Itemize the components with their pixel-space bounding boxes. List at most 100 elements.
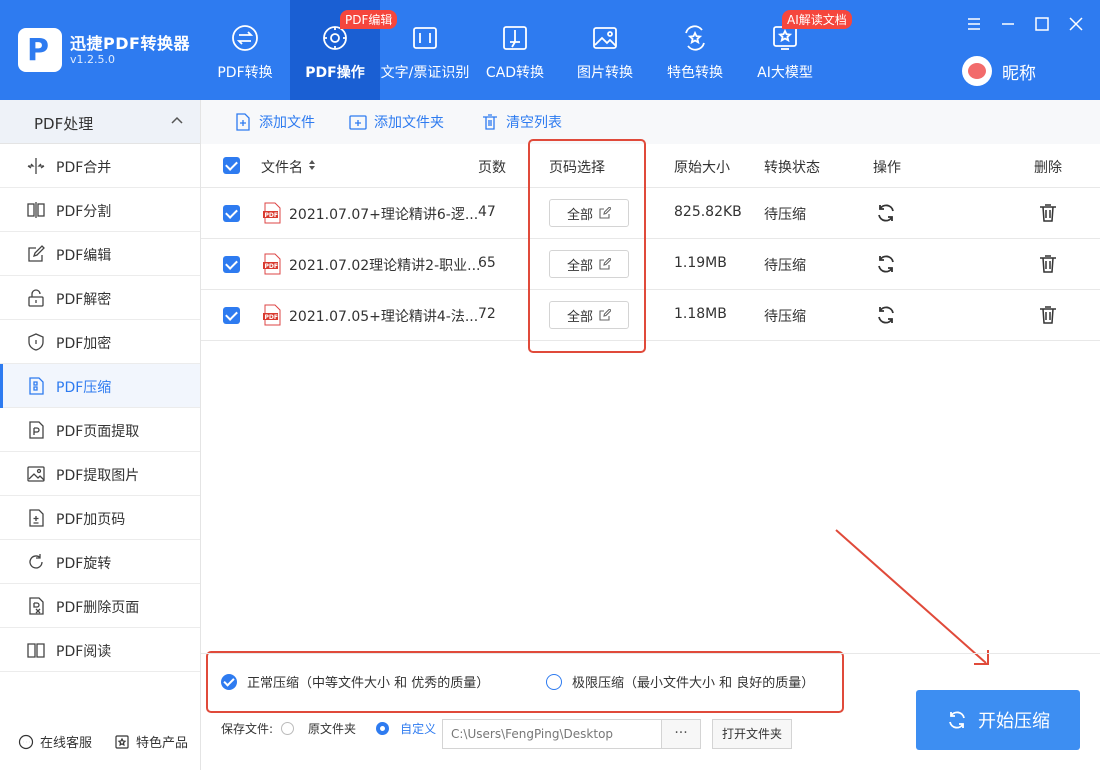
original-folder-radio[interactable]	[281, 722, 295, 735]
save-path-input[interactable]: C:\Users\FengPing\Desktop	[442, 719, 662, 749]
sidebar: PDF处理 PDF合并 PDF分割 PDF编辑 PDF解密 PDF加密 PDF压…	[0, 100, 201, 770]
sidebar-item-decrypt[interactable]: PDF解密	[0, 276, 200, 320]
refresh-icon[interactable]	[875, 304, 897, 326]
start-compress-button[interactable]: 开始压缩	[916, 690, 1080, 750]
chat-icon	[18, 734, 34, 749]
svg-text:PDF: PDF	[265, 212, 278, 219]
sidebar-item-rotate[interactable]: PDF旋转	[0, 540, 200, 584]
featured-products-link[interactable]: 特色产品	[114, 732, 188, 751]
row-pages: 47	[478, 204, 496, 220]
sort-icon[interactable]	[308, 159, 316, 171]
sidebar-item-label: PDF加页码	[56, 512, 126, 528]
original-folder-label[interactable]: 原文件夹	[308, 720, 356, 737]
sidebar-item-label: PDF提取图片	[56, 468, 140, 484]
sidebar-item-encrypt[interactable]: PDF加密	[0, 320, 200, 364]
nav-cad-convert[interactable]: CAD转换	[470, 0, 560, 100]
badge-star-icon	[115, 734, 129, 749]
row-status: 待压缩	[764, 207, 806, 223]
user-profile[interactable]: 昵称	[962, 56, 1036, 86]
user-name[interactable]: 昵称	[1002, 59, 1036, 84]
rotate-icon	[29, 554, 43, 569]
row-status: 待压缩	[764, 309, 806, 325]
sidebar-item-split[interactable]: PDF分割	[0, 188, 200, 232]
nav-special-convert[interactable]: 特色转换	[650, 0, 740, 100]
row-size: 1.18MB	[674, 306, 727, 322]
custom-folder-radio[interactable]	[376, 722, 390, 735]
app-version: v1.2.5.0	[70, 53, 115, 66]
clear-list-button[interactable]: 清空列表	[480, 112, 562, 132]
minimize-icon[interactable]	[998, 14, 1018, 34]
extreme-compression-label: 极限压缩（最小文件大小 和 良好的质量）	[572, 676, 815, 691]
nav-pdf-operation[interactable]: PDF操作 PDF编辑	[290, 0, 398, 100]
nav-image-convert[interactable]: 图片转换	[560, 0, 650, 100]
swap-icon	[232, 25, 258, 51]
svg-text:PDF: PDF	[265, 263, 278, 270]
clear-list-label: 清空列表	[506, 115, 562, 131]
refresh-icon[interactable]	[875, 253, 897, 275]
menu-icon[interactable]	[964, 14, 984, 34]
delete-icon[interactable]	[1037, 202, 1059, 224]
sidebar-item-delete-pages[interactable]: PDF删除页面	[0, 584, 200, 628]
browse-button[interactable]: ···	[661, 719, 701, 749]
delete-icon[interactable]	[1037, 304, 1059, 326]
row-size: 825.82KB	[674, 204, 742, 220]
app-header: P 迅捷PDF转换器 v1.2.5.0 PDF转换 PDF操作 PDF编辑 文字…	[0, 0, 1100, 100]
sidebar-item-merge[interactable]: PDF合并	[0, 144, 200, 188]
pdf-file-icon: PDF	[263, 202, 281, 224]
header-delete: 删除	[1034, 160, 1062, 176]
extreme-compression-option[interactable]: 极限压缩（最小文件大小 和 良好的质量）	[546, 672, 814, 691]
nav-label: PDF转换	[217, 65, 273, 81]
sidebar-item-label: PDF阅读	[56, 644, 112, 660]
row-checkbox[interactable]	[223, 256, 240, 273]
radio-checked-icon[interactable]	[221, 673, 237, 690]
chevron-up-icon[interactable]	[170, 114, 184, 128]
shield-icon	[28, 333, 44, 351]
normal-compression-label: 正常压缩（中等文件大小 和 优秀的质量）	[247, 676, 490, 691]
row-checkbox[interactable]	[223, 307, 240, 324]
close-icon[interactable]	[1066, 14, 1086, 34]
delete-icon[interactable]	[1037, 253, 1059, 275]
nav-label: 图片转换	[577, 65, 633, 81]
add-file-button[interactable]: 添加文件	[233, 112, 315, 132]
maximize-icon[interactable]	[1032, 14, 1052, 34]
merge-icon	[27, 158, 45, 174]
sidebar-item-label: PDF分割	[56, 204, 112, 220]
row-checkbox[interactable]	[223, 205, 240, 222]
normal-compression-option[interactable]: 正常压缩（中等文件大小 和 优秀的质量）	[221, 672, 489, 691]
star-icon	[685, 25, 705, 51]
sidebar-item-page-number[interactable]: PDF加页码	[0, 496, 200, 540]
header-filename[interactable]: 文件名	[261, 157, 303, 177]
add-folder-label: 添加文件夹	[374, 115, 444, 131]
radio-unchecked-icon[interactable]	[546, 673, 562, 690]
nav-label: CAD转换	[485, 65, 545, 81]
table-row: PDF 2021.07.02理论精讲2-职业... 65 全部 1.19MB 待…	[201, 239, 1100, 290]
nav-ai-model[interactable]: AI大模型 AI解读文档	[740, 0, 852, 100]
add-folder-button[interactable]: 添加文件夹	[348, 112, 444, 132]
online-service-link[interactable]: 在线客服	[18, 732, 92, 751]
sidebar-header[interactable]: PDF处理	[0, 100, 200, 144]
refresh-icon[interactable]	[875, 202, 897, 224]
custom-folder-label[interactable]: 自定义	[400, 720, 436, 737]
sidebar-item-read[interactable]: PDF阅读	[0, 628, 200, 672]
avatar[interactable]	[962, 56, 992, 86]
nav-text-recognition[interactable]: 文字/票证识别	[380, 0, 470, 100]
nav-label: PDF操作	[305, 65, 365, 81]
nav-pdf-convert[interactable]: PDF转换	[200, 0, 290, 100]
nav-label: AI大模型	[757, 65, 813, 81]
sidebar-item-edit[interactable]: PDF编辑	[0, 232, 200, 276]
sidebar-item-compress[interactable]: PDF压缩	[0, 364, 200, 408]
open-folder-button[interactable]: 打开文件夹	[712, 719, 792, 749]
featured-products-label: 特色产品	[136, 736, 189, 751]
sidebar-item-label: PDF编辑	[56, 248, 112, 264]
sidebar-item-extract-images[interactable]: PDF提取图片	[0, 452, 200, 496]
compress-icon	[29, 377, 44, 395]
refresh-icon	[949, 711, 965, 729]
select-all-checkbox[interactable]	[223, 157, 240, 174]
header-pages: 页数	[478, 160, 506, 176]
nav-label: 文字/票证识别	[380, 65, 470, 81]
sidebar-item-page-extract[interactable]: PDF页面提取	[0, 408, 200, 452]
row-filename: 2021.07.02理论精讲2-职业...	[289, 258, 481, 274]
row-filename: 2021.07.05+理论精讲4-法...	[289, 309, 479, 325]
header-action: 操作	[873, 160, 901, 176]
header-size: 原始大小	[674, 160, 730, 176]
